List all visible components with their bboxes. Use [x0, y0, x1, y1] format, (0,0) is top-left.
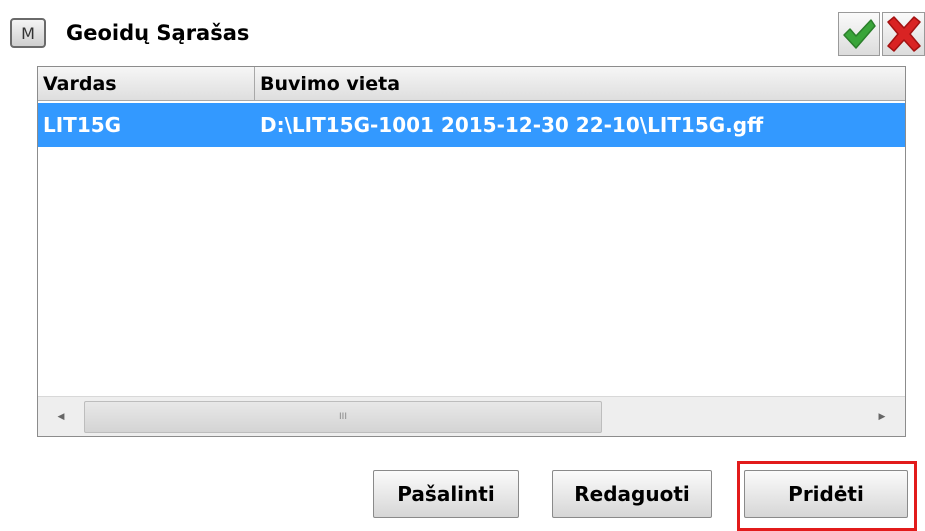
menu-button-label: M	[21, 23, 35, 43]
chevron-left-icon: ◀	[57, 412, 65, 422]
list-header: Vardas Buvimo vieta	[38, 67, 905, 101]
scrollbar-thumb[interactable]: III	[84, 401, 602, 433]
window-title: Geoidų Sąrašas	[66, 21, 250, 45]
column-header-name[interactable]: Vardas	[38, 67, 255, 101]
menu-button[interactable]: M	[10, 18, 46, 48]
cell-name: LIT15G	[43, 113, 122, 137]
remove-button[interactable]: Pašalinti	[373, 470, 519, 518]
close-icon	[886, 16, 921, 52]
list-row[interactable]: LIT15G D:\LIT15G-1001 2015-12-30 22-10\L…	[38, 103, 905, 147]
cancel-button[interactable]	[882, 12, 925, 56]
grip-icon: III	[339, 412, 347, 422]
column-header-location[interactable]: Buvimo vieta	[255, 67, 905, 101]
chevron-right-icon: ▶	[878, 412, 886, 422]
scroll-left-arrow[interactable]: ◀	[38, 397, 84, 437]
list-rows: LIT15G D:\LIT15G-1001 2015-12-30 22-10\L…	[38, 103, 905, 147]
geoid-list[interactable]: Vardas Buvimo vieta LIT15G D:\LIT15G-100…	[37, 66, 906, 437]
ok-button[interactable]	[838, 12, 880, 56]
scroll-right-arrow[interactable]: ▶	[859, 397, 905, 437]
horizontal-scrollbar[interactable]: ◀ III ▶	[38, 396, 905, 436]
checkmark-icon	[843, 19, 876, 49]
edit-button[interactable]: Redaguoti	[552, 470, 712, 518]
add-button[interactable]: Pridėti	[744, 470, 908, 518]
title-bar: M Geoidų Sąrašas	[0, 0, 925, 66]
cell-location: D:\LIT15G-1001 2015-12-30 22-10\LIT15G.g…	[260, 113, 764, 137]
